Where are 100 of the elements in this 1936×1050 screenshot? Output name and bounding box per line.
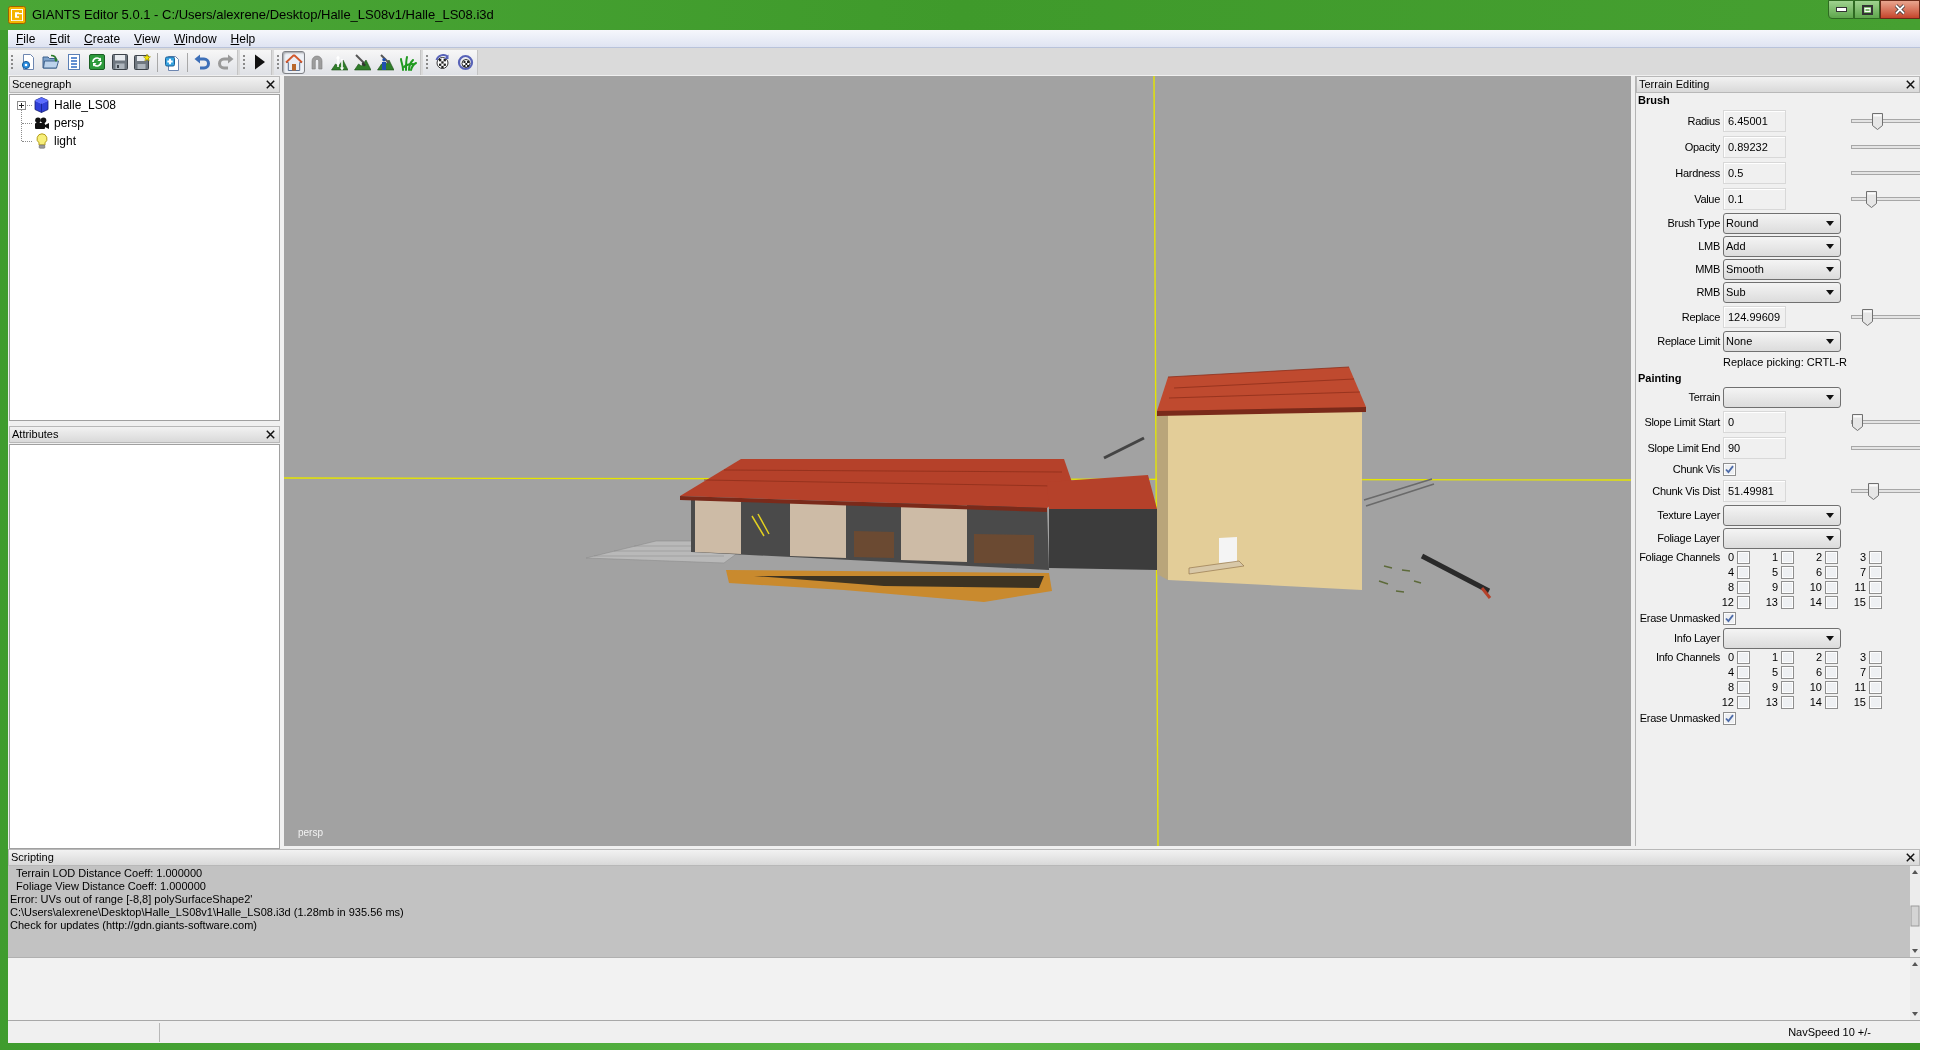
toolbar-grip[interactable]	[425, 53, 429, 71]
minimize-button[interactable]	[1828, 0, 1854, 19]
menu-item[interactable]: Create	[77, 30, 128, 47]
close-button[interactable]	[1880, 0, 1920, 19]
menu-item[interactable]: Help	[223, 30, 263, 47]
checkbox[interactable]	[1869, 581, 1882, 594]
magnet-icon	[309, 54, 324, 70]
checkbox[interactable]	[1737, 566, 1750, 579]
checkbox[interactable]	[1869, 696, 1882, 709]
terrain-info-icon	[377, 53, 394, 71]
toolbar-grip[interactable]	[242, 53, 246, 71]
checkbox[interactable]	[1825, 551, 1838, 564]
checkbox[interactable]	[1737, 666, 1750, 679]
close-icon[interactable]	[266, 430, 275, 439]
checkbox[interactable]	[1723, 712, 1736, 725]
checkbox[interactable]	[1737, 696, 1750, 709]
checkbox[interactable]	[1737, 681, 1750, 694]
checkbox[interactable]	[1781, 696, 1794, 709]
checkbox[interactable]	[1781, 566, 1794, 579]
input-field[interactable]: 6.45001	[1723, 110, 1786, 132]
channel-number: 10	[1809, 582, 1822, 593]
tree-item[interactable]: Halle_LS08	[54, 99, 117, 111]
checkbox[interactable]	[1869, 551, 1882, 564]
checkbox[interactable]	[1781, 681, 1794, 694]
input-field[interactable]: 0.1	[1723, 188, 1786, 210]
tree-item[interactable]: light	[54, 135, 76, 147]
dropdown[interactable]	[1723, 628, 1841, 649]
checkbox[interactable]	[1869, 651, 1882, 664]
light-bulb-icon	[35, 133, 48, 149]
log-line: Terrain LOD Distance Coeff: 1.000000	[14, 867, 204, 880]
checkbox[interactable]	[1723, 463, 1736, 476]
checkbox[interactable]	[1869, 666, 1882, 679]
menu-item[interactable]: File	[9, 30, 43, 47]
channel-number: 9	[1770, 582, 1778, 593]
toolbar-grip[interactable]	[276, 53, 280, 71]
input-field[interactable]: 0.89232	[1723, 136, 1786, 158]
log-line: Check for updates (http://gdn.giants-software.com)	[10, 919, 258, 932]
input-field[interactable]: 90	[1723, 437, 1786, 459]
dropdown[interactable]	[1723, 528, 1841, 549]
dropdown[interactable]: Smooth	[1723, 259, 1841, 280]
checkbox[interactable]	[1781, 551, 1794, 564]
dropdown[interactable]: Add	[1723, 236, 1841, 257]
checkbox[interactable]	[1825, 596, 1838, 609]
dropdown[interactable]: Sub	[1723, 282, 1841, 303]
checkbox[interactable]	[1737, 551, 1750, 564]
checkbox[interactable]	[1825, 566, 1838, 579]
channel-number: 11	[1853, 582, 1866, 593]
menu-item[interactable]: Edit	[42, 30, 78, 47]
channel-number: 7	[1858, 567, 1866, 578]
checkbox[interactable]	[1781, 651, 1794, 664]
input-field[interactable]: 51.49981	[1723, 480, 1786, 502]
checkbox[interactable]	[1781, 581, 1794, 594]
field-label: Chunk Vis	[1671, 464, 1720, 475]
checkbox[interactable]	[1869, 596, 1882, 609]
field-label: Foliage Channels	[1638, 552, 1720, 563]
input-field[interactable]: 0.5	[1723, 162, 1786, 184]
input-field[interactable]: 0	[1723, 411, 1786, 433]
menu-item[interactable]: View	[127, 30, 167, 47]
checkbox[interactable]	[1723, 612, 1736, 625]
checkbox[interactable]	[1825, 681, 1838, 694]
slider-thumb[interactable]	[1865, 191, 1877, 208]
field-label: Replace Limit	[1656, 336, 1720, 347]
checkbox[interactable]	[1737, 581, 1750, 594]
slider-thumb[interactable]	[1871, 113, 1883, 130]
close-icon[interactable]	[1906, 853, 1915, 862]
tree-item[interactable]: persp	[54, 117, 85, 129]
slider-track[interactable]	[1851, 446, 1920, 450]
checkbox[interactable]	[1825, 581, 1838, 594]
close-icon[interactable]	[266, 80, 275, 89]
checkbox[interactable]	[1737, 596, 1750, 609]
checkbox[interactable]	[1781, 596, 1794, 609]
field-label: Foliage Layer	[1656, 533, 1720, 544]
checkbox[interactable]	[1825, 666, 1838, 679]
toolbar-grip[interactable]	[10, 53, 14, 71]
slider-track[interactable]	[1851, 145, 1920, 149]
slider-thumb[interactable]	[1867, 483, 1879, 500]
field-label: Terrain	[1687, 392, 1720, 403]
checkered-rotate-icon	[457, 53, 474, 71]
channel-number: 7	[1858, 667, 1866, 678]
checkbox[interactable]	[1737, 651, 1750, 664]
dropdown[interactable]: Round	[1723, 213, 1841, 234]
section-heading: Painting	[1637, 371, 1683, 386]
dropdown[interactable]: None	[1723, 331, 1841, 352]
expand-icon[interactable]	[17, 100, 26, 110]
channel-number: 5	[1770, 567, 1778, 578]
slider-thumb[interactable]	[1861, 309, 1873, 326]
slider-thumb[interactable]	[1852, 414, 1863, 431]
input-field[interactable]: 124.99609	[1723, 306, 1786, 328]
slider-track[interactable]	[1851, 171, 1920, 175]
checkbox[interactable]	[1825, 696, 1838, 709]
field-label: Erase Unmasked	[1638, 713, 1720, 724]
dropdown[interactable]	[1723, 387, 1841, 408]
maximize-button[interactable]	[1854, 0, 1880, 19]
close-icon[interactable]	[1906, 80, 1915, 89]
checkbox[interactable]	[1781, 666, 1794, 679]
dropdown[interactable]	[1723, 505, 1841, 526]
checkbox[interactable]	[1825, 651, 1838, 664]
checkbox[interactable]	[1869, 566, 1882, 579]
menu-item[interactable]: Window	[166, 30, 224, 47]
checkbox[interactable]	[1869, 681, 1882, 694]
